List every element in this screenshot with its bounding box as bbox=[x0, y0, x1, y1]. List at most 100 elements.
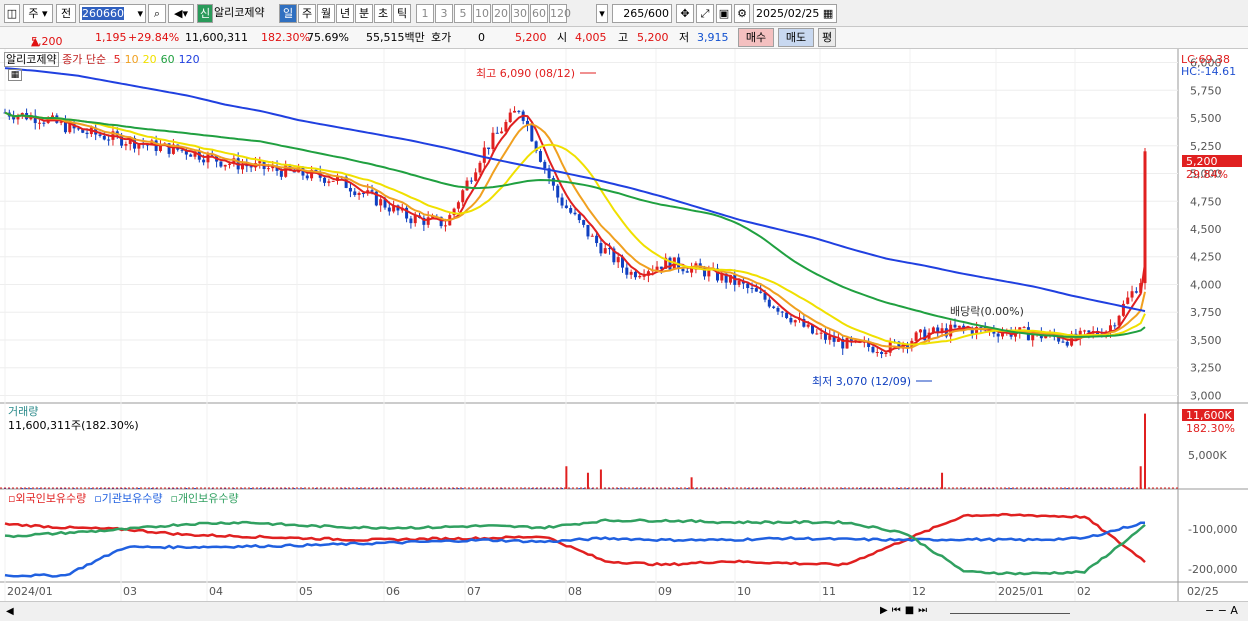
candle-body bbox=[953, 324, 957, 328]
volume-bar bbox=[759, 488, 762, 489]
sell-button[interactable]: 매도 bbox=[778, 28, 814, 47]
interval-dropdown[interactable]: ▾ bbox=[596, 4, 608, 23]
candle-body bbox=[219, 161, 223, 167]
interval-tab-60[interactable]: 60 bbox=[530, 4, 548, 23]
change-pct: +29.84% bbox=[128, 31, 180, 44]
volume-bar bbox=[690, 477, 693, 489]
candle-body bbox=[603, 248, 607, 254]
candle-body bbox=[543, 161, 547, 169]
chevron-down-icon[interactable]: ▾ bbox=[137, 5, 145, 22]
candle-body bbox=[633, 271, 637, 278]
period-tab-3[interactable]: 년 bbox=[336, 4, 354, 23]
scroll-controls[interactable]: ▶⏮■⏭ bbox=[880, 605, 931, 616]
ask-value: 0 bbox=[478, 31, 485, 44]
count-field[interactable]: 265/600 bbox=[612, 4, 672, 23]
x-tick: 02 bbox=[1077, 585, 1091, 598]
candle-body bbox=[258, 161, 262, 164]
candle-body bbox=[957, 325, 961, 328]
table-icon[interactable]: ▦ bbox=[8, 69, 22, 81]
date-field[interactable]: 2025/02/25 ▦ bbox=[753, 4, 837, 23]
buy-button[interactable]: 매수 bbox=[738, 28, 774, 47]
candle-body bbox=[638, 275, 642, 278]
x-tick: 03 bbox=[123, 585, 137, 598]
candle-body bbox=[625, 267, 629, 275]
candle-body bbox=[914, 332, 918, 341]
price-y-tick: 3,750 bbox=[1190, 306, 1222, 319]
price-panel-header: 알리코제약 종가 단순 5 10 20 60 120 bbox=[4, 52, 200, 67]
gear-icon[interactable]: ⚙ bbox=[734, 4, 750, 23]
ma-period-5: 5 bbox=[113, 53, 121, 66]
low-value: 3,915 bbox=[697, 31, 729, 44]
candle-body bbox=[279, 170, 283, 177]
candle-body bbox=[348, 187, 352, 192]
candle-body bbox=[42, 122, 46, 124]
volume-bar bbox=[448, 488, 451, 489]
count-value: 265 bbox=[623, 7, 645, 20]
zoom-slider[interactable] bbox=[950, 604, 1070, 614]
candle-body bbox=[474, 172, 478, 181]
volume-bar bbox=[479, 488, 481, 489]
code-value: 260660 bbox=[82, 7, 124, 20]
candle-body bbox=[1134, 291, 1138, 293]
interval-tab-20[interactable]: 20 bbox=[492, 4, 510, 23]
period-tab-2[interactable]: 월 bbox=[317, 4, 335, 23]
candle-body bbox=[754, 288, 758, 292]
interval-tab-10[interactable]: 10 bbox=[473, 4, 491, 23]
x-tick: 10 bbox=[737, 585, 751, 598]
interval-tab-30[interactable]: 30 bbox=[511, 4, 529, 23]
volume-bar bbox=[897, 488, 900, 489]
volume-bar bbox=[919, 488, 922, 489]
draw-icon[interactable]: ⤢ bbox=[696, 4, 714, 23]
volume-bar bbox=[798, 488, 801, 489]
interval-tab-3[interactable]: 3 bbox=[435, 4, 453, 23]
window-icon[interactable]: ◫ bbox=[4, 4, 20, 23]
period-tab-4[interactable]: 분 bbox=[355, 4, 373, 23]
calendar-icon[interactable]: ▦ bbox=[823, 7, 833, 20]
candle-body bbox=[1065, 341, 1069, 346]
front-button[interactable]: 전 bbox=[56, 4, 76, 23]
candle-body bbox=[538, 151, 542, 162]
volume-bar bbox=[1010, 488, 1013, 489]
volume-tag: 11,600K bbox=[1186, 409, 1232, 422]
period-tab-0[interactable]: 일 bbox=[279, 4, 297, 23]
period-tab-5[interactable]: 초 bbox=[374, 4, 392, 23]
mode-select[interactable]: 주 ▾ bbox=[23, 4, 53, 23]
volume-bar bbox=[267, 488, 270, 489]
stock-name: 알리코제약 bbox=[214, 6, 265, 19]
interval-tab-120[interactable]: 120 bbox=[549, 4, 571, 23]
x-tick: 11 bbox=[822, 585, 836, 598]
zoom-icons[interactable]: − − A bbox=[1205, 604, 1238, 617]
candle-body bbox=[482, 147, 486, 163]
stock-chart[interactable]: 6,0005,7505,5005,2505,0004,7504,5004,250… bbox=[0, 49, 1248, 601]
candle-body bbox=[327, 181, 331, 183]
ma-label: 종가 단순 bbox=[62, 53, 107, 66]
search-icon[interactable]: ⌕ bbox=[148, 4, 166, 23]
interval-tab-1[interactable]: 1 bbox=[416, 4, 434, 23]
volume-bar bbox=[297, 488, 300, 489]
code-input[interactable]: 260660 ▾ bbox=[79, 4, 146, 23]
speaker-icon[interactable]: ◀▾ bbox=[168, 4, 194, 23]
candle-body bbox=[780, 311, 784, 313]
volume-bar bbox=[565, 466, 568, 489]
period-tab-1[interactable]: 주 bbox=[298, 4, 316, 23]
candle-body bbox=[806, 324, 810, 327]
candle-body bbox=[560, 197, 564, 206]
price-y-tick: 5,500 bbox=[1190, 112, 1222, 125]
scroll-left-icon[interactable]: ◀ bbox=[6, 606, 14, 617]
crosshair-icon[interactable]: ✥ bbox=[676, 4, 694, 23]
period-tab-6[interactable]: 틱 bbox=[393, 4, 411, 23]
x-tick: 2025/01 bbox=[998, 585, 1044, 598]
candle-body bbox=[586, 224, 590, 237]
volume-bar bbox=[1144, 413, 1146, 489]
candle-body bbox=[681, 268, 685, 272]
x-tick: 2024/01 bbox=[7, 585, 53, 598]
scroll-bar[interactable]: ◀ ▶⏮■⏭ − − A bbox=[0, 601, 1248, 621]
candle-body bbox=[1130, 291, 1134, 298]
save-icon[interactable]: ▣ bbox=[716, 4, 732, 23]
candle-body bbox=[305, 175, 309, 179]
interval-tab-5[interactable]: 5 bbox=[454, 4, 472, 23]
avg-button[interactable]: 평 bbox=[818, 28, 836, 47]
candle-body bbox=[228, 163, 232, 165]
up-arrow-icon: ▲ bbox=[31, 35, 40, 48]
candle-body bbox=[556, 185, 560, 198]
